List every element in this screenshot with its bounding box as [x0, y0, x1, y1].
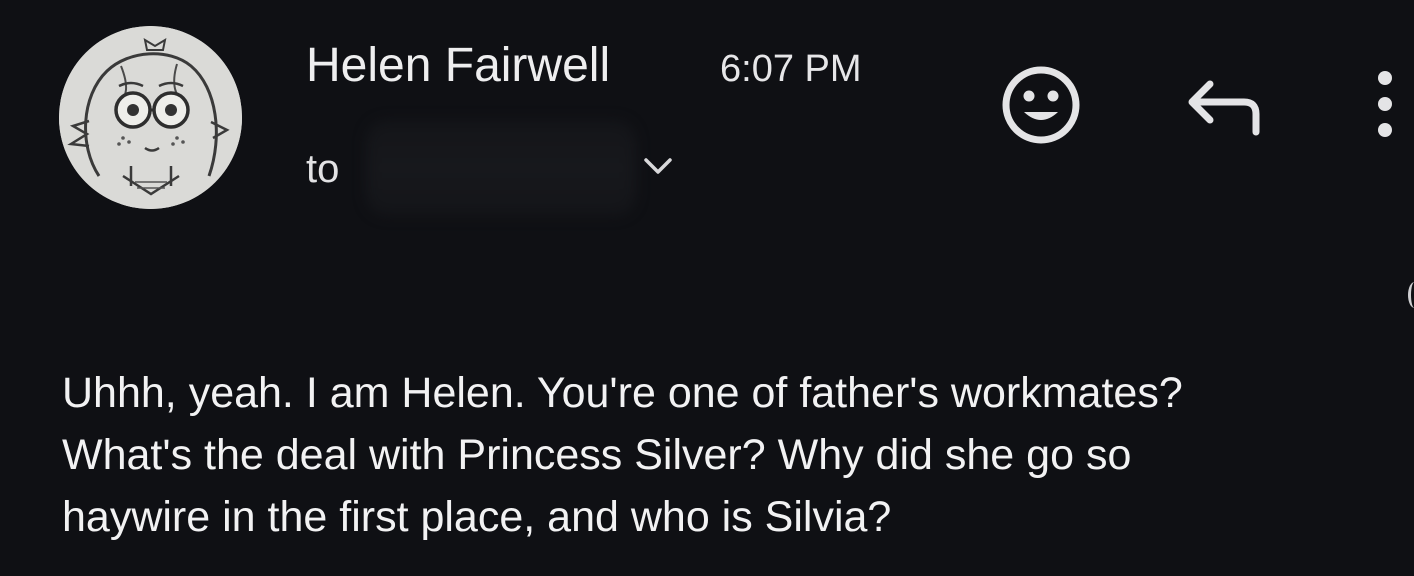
message-line: What's the deal with Princess Silver? Wh…	[62, 431, 1132, 479]
message-header: Helen Fairwell 6:07 PM to	[0, 0, 1414, 240]
reply-arrow-icon	[1188, 80, 1260, 136]
sender-name[interactable]: Helen Fairwell	[306, 38, 610, 94]
sender-avatar[interactable]	[59, 26, 242, 209]
vertical-ellipsis-icon	[1378, 71, 1392, 137]
smiley-face-icon	[1002, 66, 1080, 144]
more-options-button[interactable]	[1366, 68, 1404, 140]
sent-time: 6:07 PM	[720, 48, 862, 90]
partial-edge-element	[1408, 282, 1414, 308]
emoji-react-button[interactable]	[998, 62, 1084, 148]
chevron-down-icon[interactable]	[638, 150, 678, 182]
recipient-redacted-block	[366, 120, 636, 216]
message-line: Uhhh, yeah. I am Helen. You're one of fa…	[62, 369, 1183, 417]
recipient-to-label: to	[306, 147, 340, 191]
message-line: haywire in the first place, and who is S…	[62, 493, 892, 541]
message-body: Uhhh, yeah. I am Helen. You're one of fa…	[62, 362, 1402, 548]
avatar-drawing	[59, 26, 242, 209]
reply-button[interactable]	[1184, 78, 1270, 136]
